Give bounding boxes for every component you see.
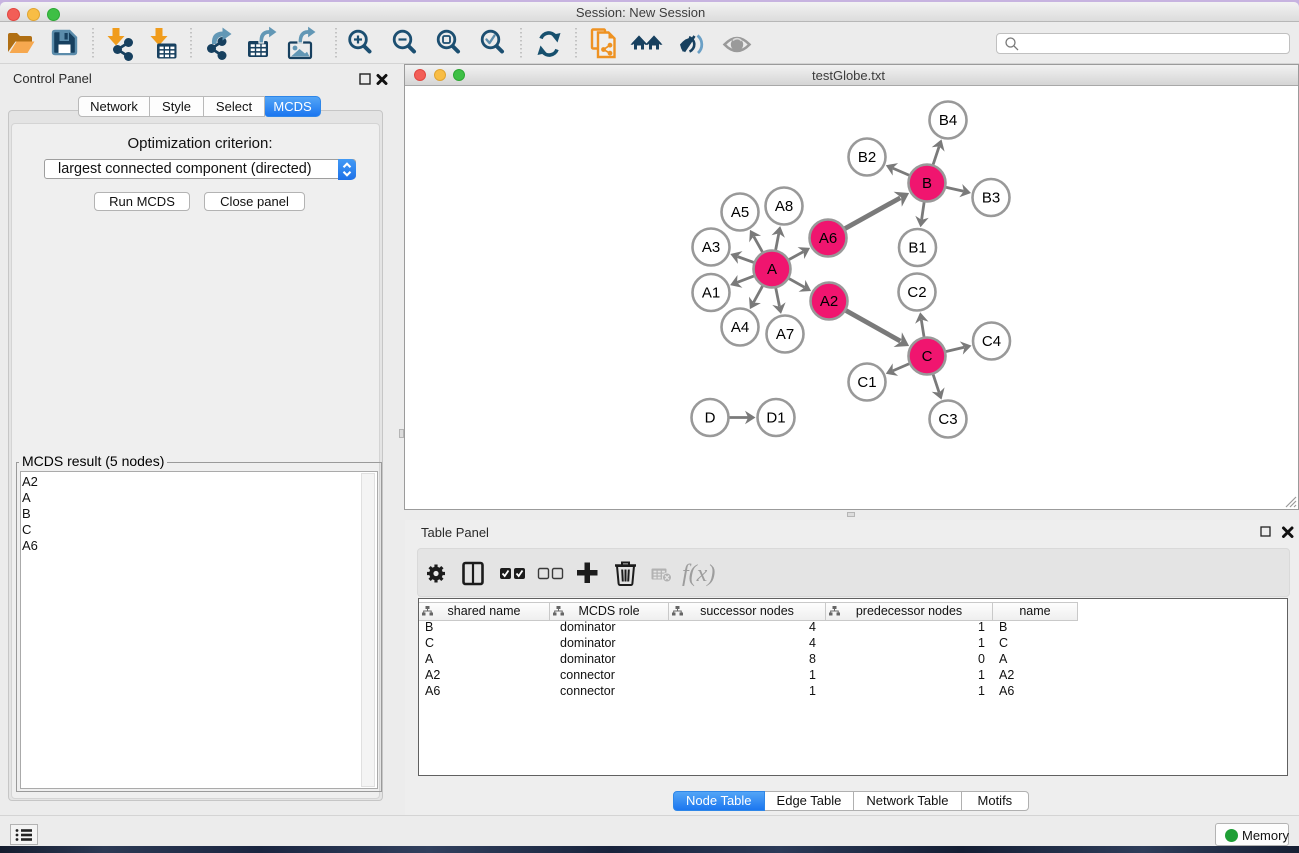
svg-text:A3: A3 <box>702 239 720 256</box>
svg-text:A: A <box>767 261 777 278</box>
svg-text:C4: C4 <box>982 333 1001 350</box>
svg-text:B4: B4 <box>939 112 957 129</box>
svg-text:A5: A5 <box>731 204 749 221</box>
svg-text:B1: B1 <box>908 240 926 257</box>
svg-text:A1: A1 <box>702 285 720 302</box>
svg-text:C3: C3 <box>938 411 957 428</box>
svg-text:A4: A4 <box>731 319 749 336</box>
svg-text:B2: B2 <box>858 149 876 166</box>
svg-text:f(x): f(x) <box>682 561 715 587</box>
svg-text:C1: C1 <box>857 374 876 391</box>
svg-text:C2: C2 <box>907 284 926 301</box>
svg-text:A2: A2 <box>820 293 838 310</box>
svg-text:A6: A6 <box>819 230 837 247</box>
svg-text:D: D <box>705 410 716 427</box>
svg-text:B3: B3 <box>982 190 1000 207</box>
svg-text:B: B <box>922 175 932 192</box>
svg-text:A7: A7 <box>776 326 794 343</box>
svg-text:C: C <box>922 348 933 365</box>
svg-text:A8: A8 <box>775 198 793 215</box>
svg-text:D1: D1 <box>766 410 785 427</box>
